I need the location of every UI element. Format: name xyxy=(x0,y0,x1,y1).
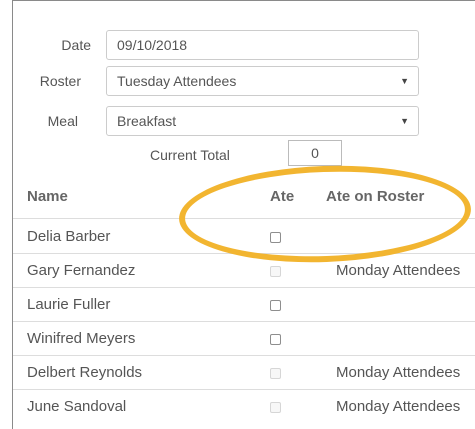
ate-on-roster-value: Monday Attendees xyxy=(336,398,461,415)
ate-checkbox[interactable] xyxy=(270,334,281,345)
ate-on-roster-value: Monday Attendees xyxy=(336,262,461,279)
date-input[interactable]: 09/10/2018 xyxy=(106,30,419,60)
ate-checkbox xyxy=(270,266,281,277)
row-divider xyxy=(13,355,475,356)
date-value: 09/10/2018 xyxy=(117,37,188,53)
roster-value: Tuesday Attendees xyxy=(117,73,237,89)
row-divider xyxy=(13,389,475,390)
attendee-name: Gary Fernandez xyxy=(27,262,136,279)
current-total-field: 0 xyxy=(288,140,342,166)
attendee-name: Laurie Fuller xyxy=(27,296,111,313)
ate-checkbox[interactable] xyxy=(270,300,281,311)
attendee-name: Winifred Meyers xyxy=(27,330,136,347)
row-divider xyxy=(13,287,475,288)
date-label: Date xyxy=(61,37,91,53)
roster-select[interactable]: Tuesday Attendees ▼ xyxy=(106,66,419,96)
meal-value: Breakfast xyxy=(117,113,177,129)
chevron-down-icon: ▼ xyxy=(400,76,409,86)
column-header-name[interactable]: Name xyxy=(27,188,68,205)
roster-label: Roster xyxy=(39,73,81,89)
ate-checkbox xyxy=(270,368,281,379)
attendee-name: Delia Barber xyxy=(27,228,111,245)
ate-checkbox xyxy=(270,402,281,413)
attendee-name: Delbert Reynolds xyxy=(27,364,143,381)
attendee-name: June Sandoval xyxy=(27,398,127,415)
row-divider xyxy=(13,321,475,322)
meal-select[interactable]: Breakfast ▼ xyxy=(106,106,419,136)
current-total-label: Current Total xyxy=(150,147,230,163)
chevron-down-icon: ▼ xyxy=(400,116,409,126)
meal-label: Meal xyxy=(47,113,78,129)
ate-on-roster-value: Monday Attendees xyxy=(336,364,461,381)
